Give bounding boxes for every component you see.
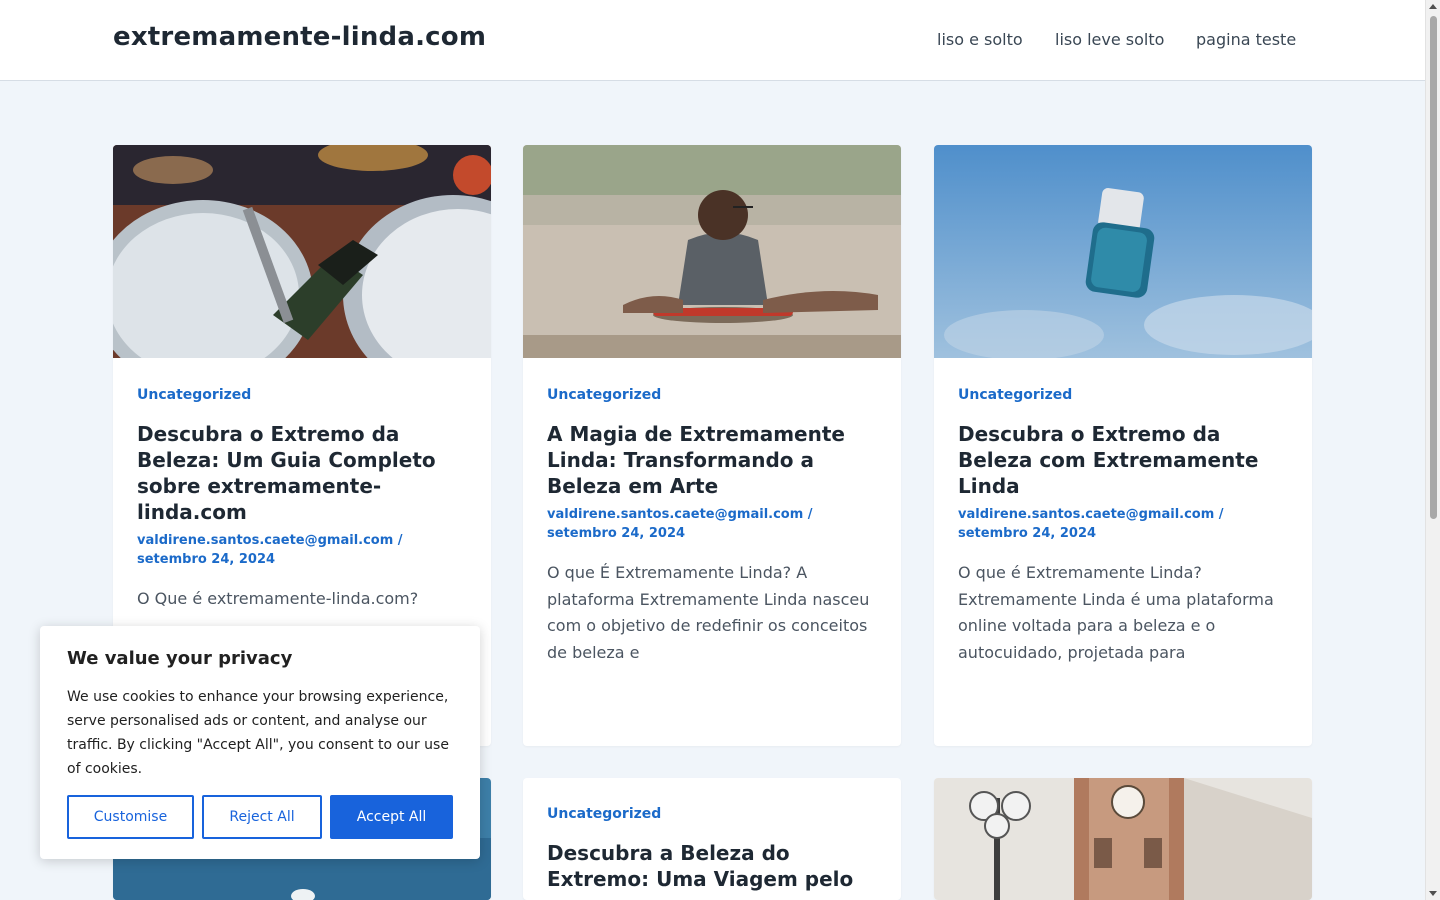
post-author-link[interactable]: valdirene.santos.caete@gmail.com [547, 507, 803, 522]
accept-all-button[interactable]: Accept All [330, 795, 453, 839]
post-thumbnail-serum[interactable] [934, 145, 1312, 358]
scroll-thumb[interactable] [1430, 16, 1437, 519]
nav-item-liso-leve-solto[interactable]: liso leve solto [1055, 30, 1164, 49]
clock-tower-image [934, 778, 1312, 900]
site-title-link[interactable]: extremamente-linda.com [113, 22, 486, 52]
cookie-consent-banner: We value your privacy We use cookies to … [40, 626, 480, 859]
drum-kit-image [113, 145, 491, 358]
reject-all-button[interactable]: Reject All [202, 795, 322, 839]
post-title[interactable]: Descubra o Extremo da Beleza: Um Guia Co… [137, 421, 467, 525]
kid-skateboard-image [523, 145, 901, 358]
post-thumbnail-skateboard[interactable] [523, 145, 901, 358]
post-meta: valdirene.santos.caete@gmail.com / setem… [137, 533, 403, 567]
post-excerpt: O que É Extremamente Linda? A plataforma… [547, 563, 870, 662]
post-card: Uncategorized Descubra o Extremo da Bele… [934, 145, 1312, 746]
post-excerpt: O Que é extremamente-linda.com? [137, 589, 419, 608]
post-author-link[interactable]: valdirene.santos.caete@gmail.com [958, 507, 1214, 522]
cookie-text: We use cookies to enhance your browsing … [67, 689, 449, 777]
post-date: setembro 24, 2024 [958, 526, 1097, 541]
post-card [934, 778, 1312, 900]
cookie-title: We value your privacy [67, 648, 293, 669]
nav-item-liso-e-solto[interactable]: liso e solto [937, 30, 1023, 49]
post-title[interactable]: Descubra a Beleza do Extremo: Uma Viagem… [547, 840, 877, 892]
post-thumbnail-clock-tower[interactable] [934, 778, 1312, 900]
post-excerpt: O que é Extremamente Linda? Extremamente… [958, 563, 1274, 662]
post-card: Uncategorized A Magia de Extremamente Li… [523, 145, 901, 746]
page-scrollbar[interactable] [1425, 0, 1440, 900]
post-category-link[interactable]: Uncategorized [547, 387, 877, 403]
scroll-up-arrow-icon[interactable] [1429, 4, 1437, 9]
post-author-link[interactable]: valdirene.santos.caete@gmail.com [137, 533, 393, 548]
post-title[interactable]: Descubra o Extremo da Beleza com Extrema… [958, 421, 1288, 499]
post-category-link[interactable]: Uncategorized [958, 387, 1288, 403]
customise-button[interactable]: Customise [67, 795, 194, 839]
post-card: Uncategorized Descubra a Beleza do Extre… [523, 778, 901, 900]
post-date: setembro 24, 2024 [547, 526, 686, 541]
post-category-link[interactable]: Uncategorized [547, 806, 877, 822]
nav-item-pagina-teste[interactable]: pagina teste [1196, 30, 1296, 49]
post-meta: valdirene.santos.caete@gmail.com / setem… [547, 507, 813, 541]
post-date: setembro 24, 2024 [137, 552, 276, 567]
post-thumbnail-drums[interactable] [113, 145, 491, 358]
post-meta: valdirene.santos.caete@gmail.com / setem… [958, 507, 1224, 541]
serum-bottle-image [934, 145, 1312, 358]
scroll-down-arrow-icon[interactable] [1429, 891, 1437, 896]
post-category-link[interactable]: Uncategorized [137, 387, 467, 403]
site-header: extremamente-linda.com liso e solto liso… [0, 0, 1425, 81]
post-title[interactable]: A Magia de Extremamente Linda: Transform… [547, 421, 877, 499]
